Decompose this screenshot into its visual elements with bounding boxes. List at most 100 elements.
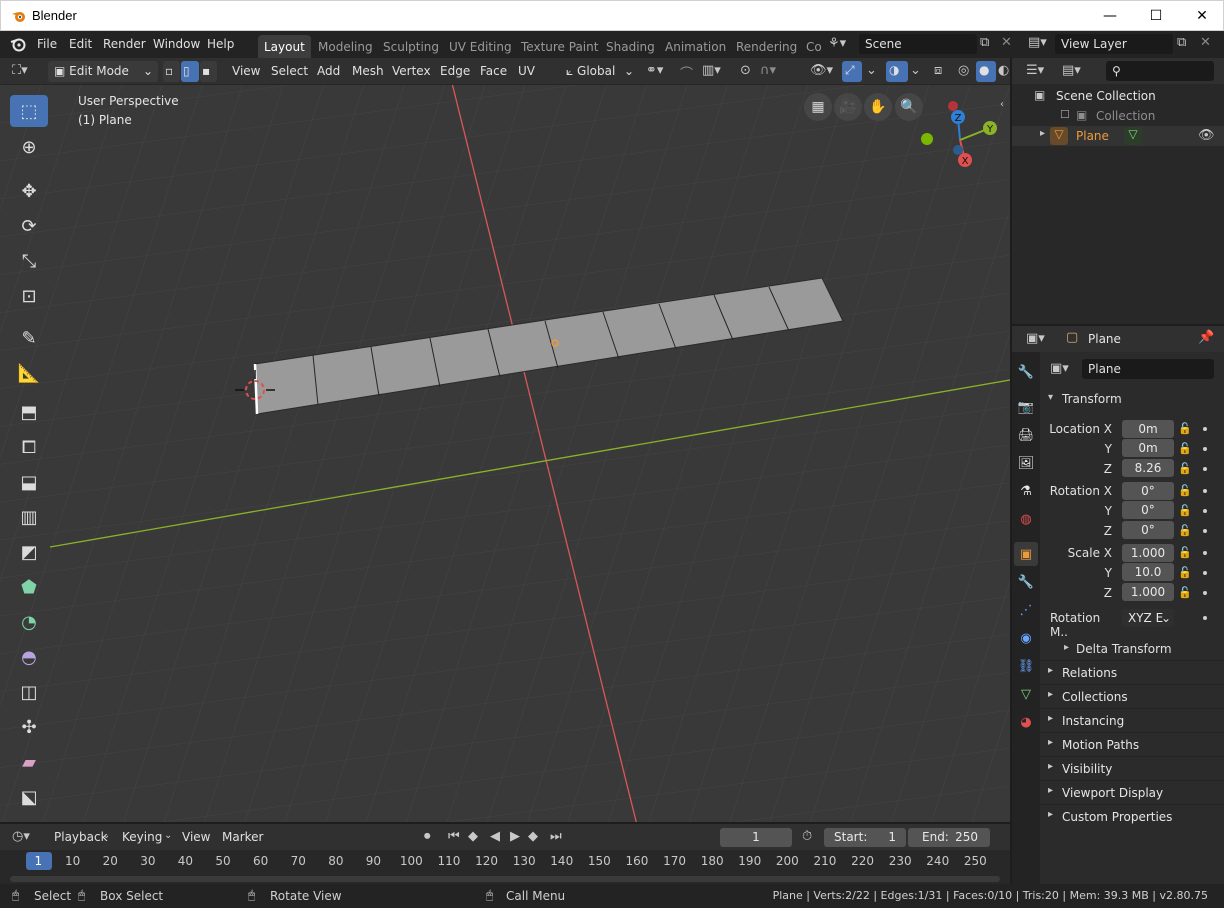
scale-z-field[interactable]: 1.000 (1122, 583, 1174, 601)
visibility-icon[interactable]: 👁▾ (810, 63, 833, 78)
end-frame-field[interactable]: End: 250 (908, 828, 990, 847)
bevel-tool-icon[interactable]: ⬓ (10, 466, 48, 498)
editor-type-icon[interactable]: ⛶▾ (12, 63, 28, 78)
rotation-z-field[interactable]: 0° (1122, 521, 1174, 539)
render-tab-icon[interactable]: 📷 (1014, 395, 1038, 419)
panel-custom-properties[interactable]: ▸ Custom Properties (1040, 804, 1224, 828)
edge-slide-tool-icon[interactable]: ◫ (10, 676, 48, 708)
knife-tool-icon[interactable]: ◩ (10, 536, 48, 568)
gizmo-dropdown-icon[interactable]: ⌄ (866, 63, 877, 78)
solid-shading-icon[interactable]: ● (976, 61, 996, 82)
header-menu-add[interactable]: Add (317, 64, 340, 78)
constraints-tab-icon[interactable]: ⛓ (1014, 654, 1038, 678)
panel-visibility[interactable]: ▸ Visibility (1040, 756, 1224, 780)
gizmo-toggle-icon[interactable]: ⤢ (842, 61, 862, 82)
material-tab-icon[interactable]: ◕ (1014, 710, 1038, 734)
rotation-x-field[interactable]: 0° (1122, 482, 1174, 500)
view-layer-field[interactable]: View Layer (1055, 34, 1173, 54)
close-window-button[interactable]: ✕ (1179, 1, 1224, 31)
snap-icon[interactable]: ⌒ (680, 63, 693, 82)
output-tab-icon[interactable]: 🖨 (1014, 423, 1038, 447)
location-y-field[interactable]: 0m (1122, 439, 1174, 457)
sidebar-toggle-icon[interactable]: ‹ (1000, 99, 1004, 110)
extrude-tool-icon[interactable]: ⬒ (10, 396, 48, 428)
timeline-menu-playback[interactable]: Playback (54, 830, 108, 844)
header-menu-edge[interactable]: Edge (440, 64, 470, 78)
keyframe-dot-icon[interactable] (1203, 529, 1207, 533)
snap-target-icon[interactable]: ▥▾ (702, 63, 721, 78)
blender-menu-icon[interactable] (10, 36, 26, 56)
panel-collections[interactable]: ▸ Collections (1040, 684, 1224, 708)
play-reverse-icon[interactable]: ◀ (490, 829, 500, 844)
lock-scale-x-icon[interactable]: 🔓 (1178, 546, 1192, 559)
keyframe-dot-icon[interactable] (1203, 571, 1207, 575)
outliner-search-input[interactable]: ⚲ (1106, 61, 1214, 81)
prev-keyframe-icon[interactable]: ◆ (468, 829, 478, 844)
overlay-toggle-icon[interactable]: ◑ (886, 61, 908, 82)
keyframe-dot-icon[interactable] (1203, 616, 1207, 620)
loop-cut-tool-icon[interactable]: ▥ (10, 501, 48, 533)
edge-select-button[interactable]: ▯ (181, 61, 199, 82)
particles-tab-icon[interactable]: ⋰ (1014, 598, 1038, 622)
scale-tool-icon[interactable]: ⤡ (10, 245, 48, 277)
header-menu-uv[interactable]: UV (518, 64, 535, 78)
new-view-layer-icon[interactable]: ⧉ (1177, 35, 1186, 50)
spin-tool-icon[interactable]: ◔ (10, 606, 48, 638)
overlay-dropdown-icon[interactable]: ⌄ (910, 63, 921, 78)
physics-tab-icon[interactable]: ◉ (1014, 626, 1038, 650)
move-tool-icon[interactable]: ✥ (10, 175, 48, 207)
material-shading-icon[interactable]: ◐ (998, 63, 1009, 78)
outliner-editor-type-icon[interactable]: ☰▾ (1026, 63, 1044, 78)
menu-help[interactable]: Help (207, 37, 234, 51)
keyframe-dot-icon[interactable] (1203, 467, 1207, 471)
pin-icon[interactable]: 📌 (1198, 330, 1214, 345)
3d-viewport[interactable]: ⬚ ⊕ ✥ ⟳ ⤡ ⊡ ✎ 📐 ⬒ ⧠ ⬓ ▥ ◩ ⬟ ◔ ◓ ◫ ✣ ▰ ⬕ … (0, 85, 1010, 822)
timeline-menu-marker[interactable]: Marker (222, 830, 263, 844)
panel-relations[interactable]: ▸ Relations (1040, 660, 1224, 684)
rotate-tool-icon[interactable]: ⟳ (10, 210, 48, 242)
world-tab-icon[interactable]: ◍ (1014, 507, 1038, 531)
shear-tool-icon[interactable]: ▰ (10, 746, 48, 778)
jump-start-icon[interactable]: ⏮ (448, 829, 460, 844)
header-menu-vertex[interactable]: Vertex (392, 64, 431, 78)
keyframe-dot-icon[interactable] (1203, 551, 1207, 555)
scene-tab-icon[interactable]: ⚗ (1014, 479, 1038, 503)
tab-uv-editing[interactable]: UV Editing (443, 35, 518, 58)
preview-range-icon[interactable]: ⏱ (802, 829, 812, 844)
tab-animation[interactable]: Animation (659, 35, 732, 58)
vertex-select-button[interactable]: ▫ (163, 61, 180, 82)
mesh-data-tab-icon[interactable]: ▽ (1014, 682, 1038, 706)
eye-visibility-icon[interactable]: 👁 (1198, 128, 1215, 143)
keyframe-dot-icon[interactable] (1203, 447, 1207, 451)
expand-arrow-icon[interactable]: ▸ (1040, 128, 1045, 139)
lock-location-z-icon[interactable]: 🔓 (1178, 462, 1192, 475)
modifier-tab-icon[interactable]: 🔧 (1014, 570, 1038, 594)
menu-edit[interactable]: Edit (69, 37, 92, 51)
outliner-row-scene-collection[interactable]: ▣ Scene Collection (1012, 86, 1224, 106)
object-browse-icon[interactable]: ▣▾ (1050, 361, 1069, 376)
keyframe-dot-icon[interactable] (1203, 591, 1207, 595)
mode-dropdown[interactable]: ▣ Edit Mode ⌄ (48, 61, 158, 82)
lock-rotation-x-icon[interactable]: 🔓 (1178, 484, 1192, 497)
outliner-row-collection[interactable]: ☐ ▣ Collection (1012, 106, 1224, 126)
play-icon[interactable]: ▶ (510, 829, 520, 844)
transform-panel-header[interactable]: Transform (1062, 392, 1122, 406)
lock-location-y-icon[interactable]: 🔓 (1178, 442, 1192, 455)
view-layer-tab-icon[interactable]: 🖼 (1014, 451, 1038, 475)
select-box-tool-icon[interactable]: ⬚ (10, 95, 48, 127)
tab-sculpting[interactable]: Sculpting (377, 35, 445, 58)
tab-shading[interactable]: Shading (600, 35, 661, 58)
navigation-gizmo[interactable]: Z Y X (915, 95, 1005, 185)
timeline-menu-view[interactable]: View (182, 830, 210, 844)
lock-rotation-y-icon[interactable]: 🔓 (1178, 504, 1192, 517)
tab-texture-paint[interactable]: Texture Paint (515, 35, 604, 58)
timeline-menu-keying[interactable]: Keying (122, 830, 162, 844)
jump-end-icon[interactable]: ⏭ (550, 829, 562, 844)
exclude-checkbox-icon[interactable]: ☐ (1060, 108, 1070, 121)
scale-y-field[interactable]: 10.0 (1122, 563, 1174, 581)
expand-arrow-icon[interactable]: ▸ (1064, 642, 1069, 653)
wireframe-shading-icon[interactable]: ◎ (958, 63, 969, 78)
panel-instancing[interactable]: ▸ Instancing (1040, 708, 1224, 732)
display-mode-icon[interactable]: ▤▾ (1062, 63, 1081, 78)
tab-modeling[interactable]: Modeling (312, 35, 379, 58)
